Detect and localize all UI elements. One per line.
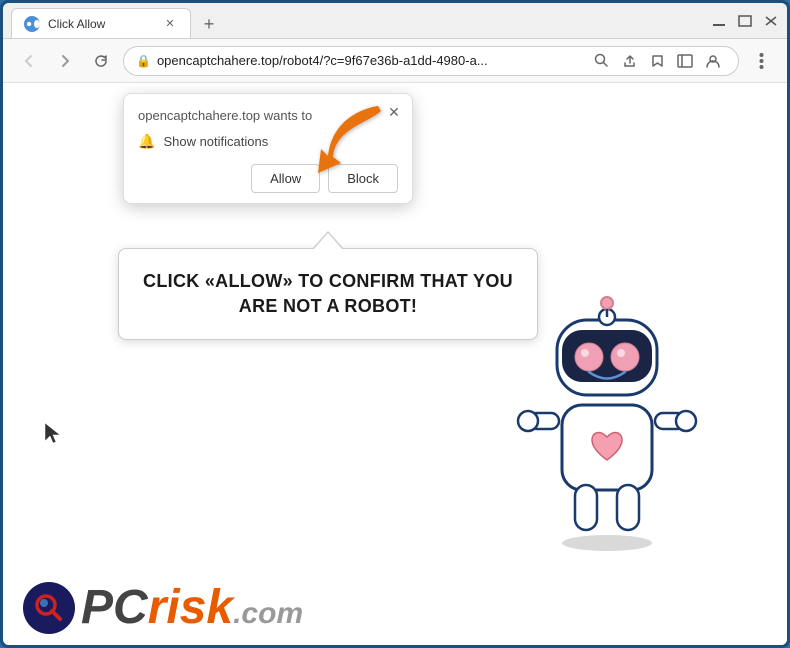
pc-text: PC: [81, 580, 148, 635]
share-icon[interactable]: [616, 48, 642, 74]
allow-button[interactable]: Allow: [251, 164, 320, 193]
tab-close-icon[interactable]: ✕: [162, 16, 178, 32]
search-icon[interactable]: [588, 48, 614, 74]
tab-title: Click Allow: [48, 17, 154, 31]
pcrisk-icon: [23, 582, 75, 634]
address-bar[interactable]: 🔒 opencaptchahere.top/robot4/?c=9f67e36b…: [123, 46, 739, 76]
menu-button[interactable]: [747, 47, 775, 75]
minimize-button[interactable]: [711, 15, 727, 27]
page-content: ✕ opencaptchahere.top wants to 🔔 Show no…: [3, 83, 787, 645]
robot-illustration: [507, 275, 757, 585]
pcrisk-text: PC risk .com: [81, 580, 303, 635]
window-controls: [711, 14, 779, 28]
risk-text: risk: [148, 580, 233, 635]
dotcom-text: .com: [233, 597, 303, 631]
pcrisk-logo: PC risk .com: [23, 580, 303, 635]
refresh-button[interactable]: [87, 47, 115, 75]
bubble-text-line2: ARE NOT A ROBOT!: [143, 294, 513, 319]
browser-window: Click Allow ✕ + 🔒 opencaptchahere.top/ro…: [3, 3, 787, 645]
close-button[interactable]: [763, 14, 779, 28]
url-text: opencaptchahere.top/robot4/?c=9f67e36b-a…: [157, 53, 582, 68]
tab-favicon: [24, 16, 40, 32]
back-button[interactable]: [15, 47, 43, 75]
mouse-cursor: [45, 423, 61, 449]
bookmark-icon[interactable]: [644, 48, 670, 74]
speech-bubble: CLICK «ALLOW» TO CONFIRM THAT YOU ARE NO…: [118, 248, 538, 340]
active-tab[interactable]: Click Allow ✕: [11, 8, 191, 38]
new-tab-button[interactable]: +: [195, 10, 223, 38]
forward-button[interactable]: [51, 47, 79, 75]
address-icons: [588, 48, 726, 74]
orange-arrow: [313, 101, 393, 196]
titlebar: Click Allow ✕ +: [3, 3, 787, 39]
sidebar-icon[interactable]: [672, 48, 698, 74]
tab-area: Click Allow ✕ +: [11, 3, 711, 38]
profile-icon[interactable]: [700, 48, 726, 74]
addressbar: 🔒 opencaptchahere.top/robot4/?c=9f67e36b…: [3, 39, 787, 83]
notification-label: Show notifications: [163, 134, 268, 149]
bubble-text-line1: CLICK «ALLOW» TO CONFIRM THAT YOU: [143, 269, 513, 294]
maximize-button[interactable]: [737, 14, 753, 28]
lock-icon: 🔒: [136, 54, 151, 68]
bell-icon: 🔔: [138, 133, 155, 150]
